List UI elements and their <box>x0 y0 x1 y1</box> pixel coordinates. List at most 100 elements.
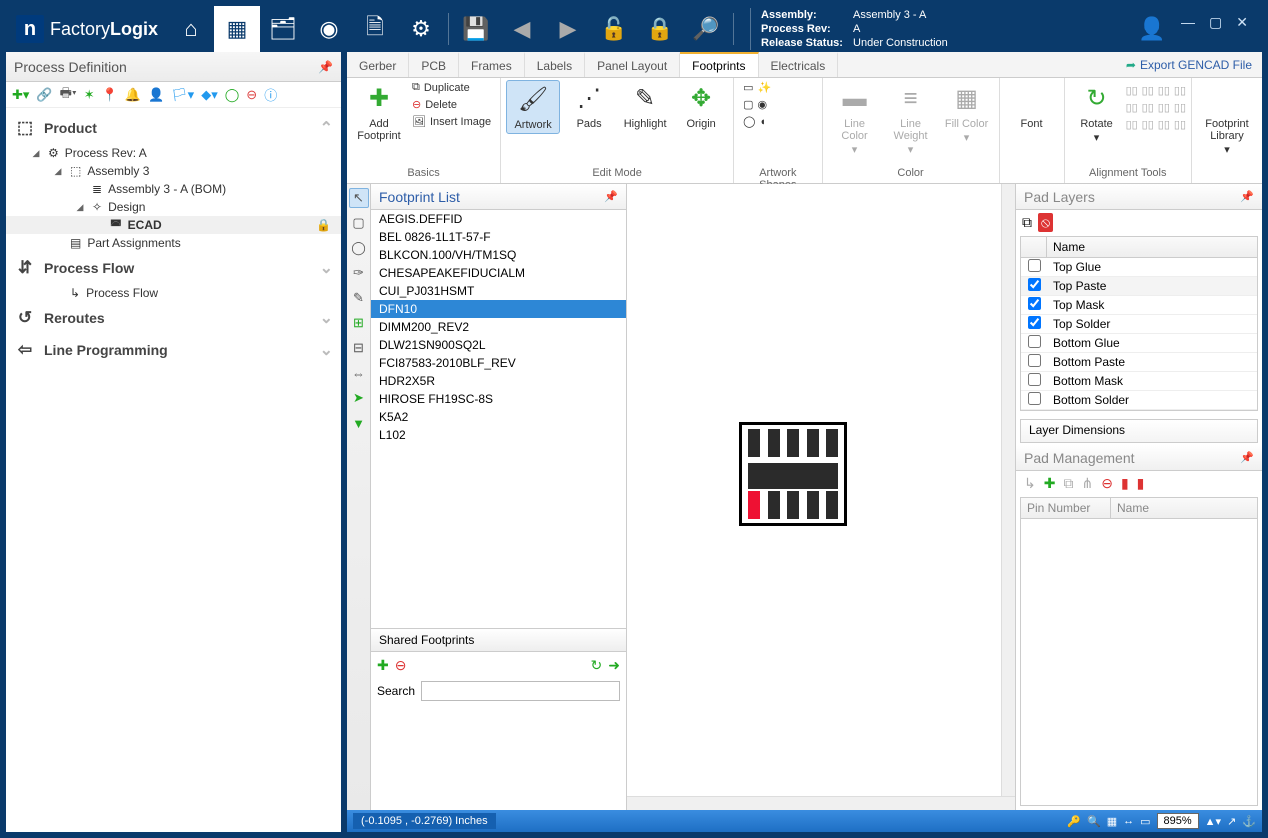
zoom-value[interactable]: 895% <box>1157 813 1199 829</box>
link-icon[interactable]: 🔗 <box>36 87 52 103</box>
add-icon[interactable]: ✚▾ <box>12 87 29 103</box>
tab-panel-layout[interactable]: Panel Layout <box>585 52 680 77</box>
layer-row[interactable]: Top Solder <box>1021 315 1257 334</box>
footprint-item[interactable]: BEL 0826-1L1T-57-F <box>371 228 626 246</box>
red-circle-icon[interactable]: ⊖ <box>246 87 257 103</box>
pin-icon[interactable]: 📌 <box>1240 190 1254 203</box>
tab-footprints[interactable]: Footprints <box>680 52 758 77</box>
report-icon[interactable]: 🗎 <box>352 6 398 52</box>
shared-refresh-icon[interactable]: ↻ <box>591 657 603 674</box>
gear-icon[interactable]: ⚙ <box>398 6 444 52</box>
info-icon[interactable]: ⓘ <box>264 85 277 104</box>
layer-checkbox[interactable] <box>1028 259 1041 272</box>
tab-frames[interactable]: Frames <box>459 52 525 77</box>
pm-add-icon[interactable]: ✚ <box>1044 475 1056 492</box>
globe-icon[interactable]: ◉ <box>306 6 352 52</box>
line-color-button[interactable]: ▬Line Color▾ <box>828 80 882 158</box>
tree-design[interactable]: ◢✧Design <box>6 198 341 216</box>
person-icon[interactable]: 👤 <box>148 87 164 103</box>
align-icon[interactable]: ▯▯ <box>1174 84 1186 97</box>
pin2-icon[interactable]: 📍 <box>102 87 118 103</box>
add-footprint-button[interactable]: ✚Add Footprint <box>352 80 406 144</box>
layer-checkbox[interactable] <box>1028 354 1041 367</box>
pen-tool-icon[interactable]: ✑ <box>349 263 369 283</box>
tab-pcb[interactable]: PCB <box>409 52 459 77</box>
status-icon[interactable]: ⚓ <box>1242 815 1256 828</box>
layer-row[interactable]: Top Mask <box>1021 296 1257 315</box>
align-icon[interactable]: ▯▯ <box>1174 101 1186 114</box>
tab-electricals[interactable]: Electricals <box>759 52 839 77</box>
align-icon[interactable]: ▯▯ <box>1142 118 1154 131</box>
lock-search-icon[interactable]: 🔎 <box>683 6 729 52</box>
layer-row[interactable]: Top Glue <box>1021 258 1257 277</box>
duplicate-button[interactable]: ⧉Duplicate <box>408 80 495 95</box>
zoom-spinner-icon[interactable]: ▲▾ <box>1205 815 1221 828</box>
section-process-flow[interactable]: ⇵Process Flow⌄ <box>6 252 341 284</box>
stack-icon[interactable]: 🗂 <box>260 6 306 52</box>
layer-stop-icon[interactable]: ⦸ <box>1038 213 1053 232</box>
layer-checkbox[interactable] <box>1028 335 1041 348</box>
tree-assembly[interactable]: ◢⬚Assembly 3 <box>6 162 341 180</box>
tree-process-flow-child[interactable]: ↳Process Flow <box>6 284 341 302</box>
layer-checkbox[interactable] <box>1028 392 1041 405</box>
tree-ecad[interactable]: ◚ECAD🔒 <box>6 216 341 234</box>
footprint-item[interactable]: HIROSE FH19SC-8S <box>371 390 626 408</box>
footprint-list[interactable]: AEGIS.DEFFIDBEL 0826-1L1T-57-FBLKCON.100… <box>371 210 626 628</box>
shared-go-icon[interactable]: ➜ <box>608 657 620 674</box>
pointer-tool-icon[interactable]: ↖ <box>349 188 369 208</box>
forward-icon[interactable]: ▶ <box>545 6 591 52</box>
move-tool-icon[interactable]: ⇔ <box>349 363 369 383</box>
footprint-item[interactable]: FCI87583-2010BLF_REV <box>371 354 626 372</box>
origin-mode-button[interactable]: ✥Origin <box>674 80 728 132</box>
footprint-item[interactable]: CHESAPEAKEFIDUCIALM <box>371 264 626 282</box>
layer-row[interactable]: Bottom Solder <box>1021 391 1257 410</box>
layer-checkbox[interactable] <box>1028 278 1041 291</box>
shared-search-input[interactable] <box>421 681 620 701</box>
bell-icon[interactable]: 🔔 <box>125 87 141 103</box>
tab-gerber[interactable]: Gerber <box>347 52 409 77</box>
align-icon[interactable]: ▯▯ <box>1126 101 1138 114</box>
section-reroutes[interactable]: ↺Reroutes⌄ <box>6 302 341 334</box>
user-icon[interactable]: 👤 <box>1137 14 1167 44</box>
footprint-canvas[interactable] <box>627 184 1015 810</box>
pin-icon[interactable]: 📌 <box>1240 451 1254 464</box>
layer-checkbox[interactable] <box>1028 316 1041 329</box>
print-icon[interactable]: 🖶▾ <box>60 84 77 106</box>
footprint-item[interactable]: DFN10 <box>371 300 626 318</box>
status-icon[interactable]: 🔍 <box>1087 815 1101 828</box>
delete-button[interactable]: ⊖Delete <box>408 97 495 112</box>
tree-bom[interactable]: ≣Assembly 3 - A (BOM) <box>6 180 341 198</box>
lasso-tool-icon[interactable]: ◯ <box>349 238 369 258</box>
footprint-item[interactable]: AEGIS.DEFFID <box>371 210 626 228</box>
lock-icon[interactable]: 🔒 <box>637 6 683 52</box>
pm-icon[interactable]: ▮ <box>1137 475 1145 492</box>
blue-icon[interactable]: ◆▾ <box>201 87 218 103</box>
footprint-item[interactable]: DLW21SN900SQ2L <box>371 336 626 354</box>
pads-mode-button[interactable]: ⋰Pads <box>562 80 616 132</box>
save-icon[interactable]: 💾 <box>453 6 499 52</box>
shape-rect-button[interactable]: ▭✨ <box>739 80 775 95</box>
tree-part-assignments[interactable]: ▤Part Assignments <box>6 234 341 252</box>
footprint-item[interactable]: K5A2 <box>371 408 626 426</box>
layer-checkbox[interactable] <box>1028 373 1041 386</box>
layer-dimensions-bar[interactable]: Layer Dimensions <box>1020 419 1258 443</box>
grid2-tool-icon[interactable]: ⊟ <box>349 338 369 358</box>
pm-icon[interactable]: ⧉ <box>1063 475 1073 492</box>
layer-row[interactable]: Bottom Glue <box>1021 334 1257 353</box>
minimize-button[interactable]: — <box>1181 14 1195 44</box>
flag-icon[interactable]: 🏳▾ <box>171 87 194 103</box>
section-line-programming[interactable]: ⇦Line Programming⌄ <box>6 334 341 366</box>
align-icon[interactable]: ▯▯ <box>1158 118 1170 131</box>
status-icon[interactable]: ▭ <box>1140 815 1150 828</box>
shared-footprints-header[interactable]: Shared Footprints <box>371 628 626 652</box>
footprint-item[interactable]: HDR2X5R <box>371 372 626 390</box>
layer-row[interactable]: Bottom Paste <box>1021 353 1257 372</box>
marquee-tool-icon[interactable]: ▢ <box>349 213 369 233</box>
home-icon[interactable]: ⌂ <box>168 6 214 52</box>
align-icon[interactable]: ▯▯ <box>1126 118 1138 131</box>
shape-roundrect-button[interactable]: ▢◉ <box>739 97 775 112</box>
layer-copy-icon[interactable]: ⧉ <box>1022 214 1032 231</box>
footprint-item[interactable]: CUI_PJ031HSMT <box>371 282 626 300</box>
back-icon[interactable]: ◀ <box>499 6 545 52</box>
pm-remove-icon[interactable]: ⊖ <box>1101 475 1113 492</box>
